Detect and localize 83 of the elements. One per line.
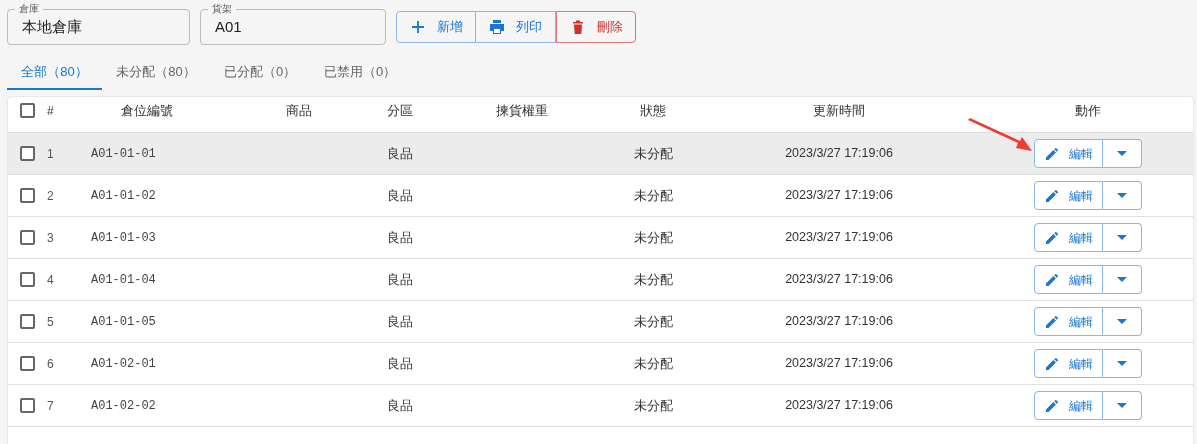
pencil-icon bbox=[1045, 356, 1059, 371]
table-cell-text: 2023/3/27 17:19:06 bbox=[784, 355, 894, 373]
edit-button[interactable]: 編輯 bbox=[1034, 223, 1103, 252]
table-cell-text: 2023/3/27 17:19:06 bbox=[784, 187, 894, 205]
table-cell-text: 良品 bbox=[386, 396, 414, 415]
tab[interactable]: 已禁用（0） bbox=[310, 56, 410, 90]
table-cell-text: A01-01-05 bbox=[90, 313, 157, 331]
column-header: 動作 bbox=[1074, 101, 1102, 120]
pencil-icon bbox=[1045, 146, 1059, 161]
add-button[interactable]: 新增 bbox=[396, 11, 476, 43]
table-cell-text: A01-01-01 bbox=[90, 145, 157, 163]
checkbox[interactable] bbox=[20, 272, 35, 287]
table-cell-text: 良品 bbox=[386, 228, 414, 247]
edit-button[interactable]: 編輯 bbox=[1034, 391, 1103, 420]
table-cell-text: 未分配 bbox=[632, 228, 674, 247]
caret-icon bbox=[1117, 277, 1127, 282]
table-cell-text: A01-01-04 bbox=[90, 271, 157, 289]
field-label: 貨架 bbox=[208, 3, 236, 15]
checkbox[interactable] bbox=[20, 356, 35, 371]
table-cell-text: 3 bbox=[46, 229, 55, 247]
tab[interactable]: 全部（80） bbox=[7, 56, 102, 90]
edit-button[interactable]: 編輯 bbox=[1034, 349, 1103, 378]
printer-icon bbox=[489, 19, 505, 35]
table-cell-text: A01-01-02 bbox=[90, 187, 157, 205]
checkbox[interactable] bbox=[20, 398, 35, 413]
edit-button[interactable]: 編輯 bbox=[1034, 265, 1103, 294]
column-header: 商品 bbox=[285, 101, 313, 120]
table-cell-text: 7 bbox=[46, 397, 55, 415]
table-cell-text: A01-02-02 bbox=[90, 397, 157, 415]
table-cell-text: 2023/3/27 17:19:06 bbox=[784, 229, 894, 247]
print-button[interactable]: 列印 bbox=[476, 11, 556, 43]
table-cell-text: A01-01-03 bbox=[90, 229, 157, 247]
pencil-icon bbox=[1045, 272, 1059, 287]
table-cell-text: A01-02-01 bbox=[90, 355, 157, 373]
column-header: 倉位編號 bbox=[120, 101, 174, 120]
checkbox[interactable] bbox=[20, 103, 35, 119]
column-header: 更新時間 bbox=[812, 101, 866, 120]
table-cell-text: 2 bbox=[46, 187, 55, 205]
table-cell-text: 2023/3/27 17:19:06 bbox=[784, 397, 894, 415]
pencil-icon bbox=[1045, 230, 1059, 245]
table-cell-text: 未分配 bbox=[632, 186, 674, 205]
caret-icon bbox=[1117, 319, 1127, 324]
tab[interactable]: 未分配（80） bbox=[102, 56, 210, 90]
edit-button[interactable]: 編輯 bbox=[1034, 139, 1103, 168]
table-cell-text: 1 bbox=[46, 145, 55, 163]
table-cell-text: 良品 bbox=[386, 186, 414, 205]
table-cell-text: 2023/3/27 17:19:06 bbox=[784, 271, 894, 289]
plus-icon bbox=[409, 19, 426, 35]
caret-icon bbox=[1117, 361, 1127, 366]
checkbox[interactable] bbox=[20, 230, 35, 245]
table-cell-text: 未分配 bbox=[632, 396, 674, 415]
column-header: # bbox=[46, 102, 55, 120]
edit-button[interactable]: 編輯 bbox=[1034, 307, 1103, 336]
caret-icon bbox=[1117, 235, 1127, 240]
table-cell-text: 良品 bbox=[386, 312, 414, 331]
checkbox[interactable] bbox=[20, 314, 35, 329]
table-cell-text: 6 bbox=[46, 355, 55, 373]
checkbox[interactable] bbox=[20, 188, 35, 203]
table-cell-text: 未分配 bbox=[632, 354, 674, 373]
delete-button[interactable]: 刪除 bbox=[556, 11, 636, 43]
edit-button[interactable]: 編輯 bbox=[1034, 181, 1103, 210]
table-cell-text: 5 bbox=[46, 313, 55, 331]
pencil-icon bbox=[1045, 398, 1059, 413]
column-header: 揀貨權重 bbox=[495, 101, 549, 120]
table-cell-text: 未分配 bbox=[632, 144, 674, 163]
checkbox[interactable] bbox=[20, 146, 35, 161]
column-header: 狀態 bbox=[639, 101, 667, 120]
column-header: 分區 bbox=[386, 101, 414, 120]
caret-icon bbox=[1117, 193, 1127, 198]
table-cell-text: 未分配 bbox=[632, 312, 674, 331]
caret-icon bbox=[1117, 403, 1127, 408]
field-label: 倉庫 bbox=[15, 3, 43, 15]
table-cell-text: 4 bbox=[46, 271, 55, 289]
table-cell-text: 良品 bbox=[386, 144, 414, 163]
caret-icon bbox=[1117, 151, 1127, 156]
pencil-icon bbox=[1045, 188, 1059, 203]
tab[interactable]: 已分配（0） bbox=[210, 56, 310, 90]
table-cell-text: 良品 bbox=[386, 354, 414, 373]
pencil-icon bbox=[1045, 314, 1059, 329]
table-cell-text: 未分配 bbox=[632, 270, 674, 289]
table-cell-text: 2023/3/27 17:19:06 bbox=[784, 145, 894, 163]
table-cell-text: 良品 bbox=[386, 270, 414, 289]
table-cell-text: 2023/3/27 17:19:06 bbox=[784, 313, 894, 331]
